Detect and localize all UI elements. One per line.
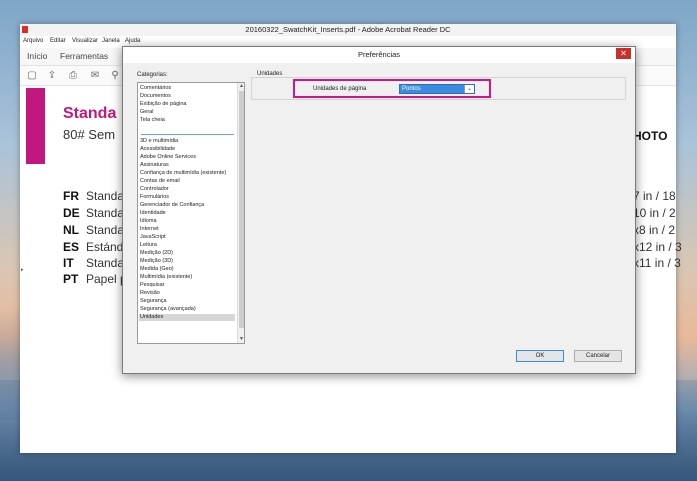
lang-row-es: ES Estánd (63, 240, 124, 254)
category-documentos[interactable]: Documentos (140, 93, 171, 100)
categories-label: Categorias: (137, 72, 168, 78)
lang-row-nl: NL Standa (63, 223, 125, 237)
category-medida-geo[interactable]: Medida (Geo) (140, 266, 174, 273)
category-medicao-3d[interactable]: Medição (3D) (140, 258, 173, 265)
menu-janela[interactable]: Janela (102, 38, 120, 44)
lang-row-fr: FR Standa (63, 189, 125, 203)
category-3d[interactable]: 3D e multimídia (140, 138, 178, 145)
close-icon[interactable]: ✕ (616, 48, 631, 59)
lang-right-es: x12 in / 3 (633, 240, 682, 254)
category-controlador[interactable]: Controlador (140, 186, 169, 193)
menu-ajuda[interactable]: Ajuda (125, 38, 140, 44)
category-multimidia[interactable]: Multimídia (existente) (140, 274, 192, 281)
document-right-heading: HOTO (633, 129, 668, 143)
category-separator (141, 134, 234, 135)
scroll-up-icon[interactable]: ▲ (238, 83, 244, 90)
category-adobe-online[interactable]: Adobe Online Services (140, 154, 196, 161)
menu-arquivo[interactable]: Arquivo (23, 38, 43, 44)
window-title: 20160322_SwatchKit_Inserts.pdf - Adobe A… (245, 25, 451, 34)
category-identidade[interactable]: Identidade (140, 210, 166, 217)
scroll-down-icon[interactable]: ▼ (238, 336, 244, 343)
lang-right-nl: x8 in / 2 (633, 223, 676, 237)
category-unidades[interactable]: Unidades (139, 314, 235, 321)
document-accent-bar (26, 88, 45, 164)
page-units-value: Pontos (402, 86, 421, 92)
cancel-button[interactable]: Cancelar (574, 350, 622, 362)
chevron-down-icon[interactable]: ⌄ (464, 85, 474, 93)
lang-row-it: IT Standa (63, 256, 125, 270)
category-revisao[interactable]: Revisão (140, 290, 160, 297)
preferences-dialog: Preferências ✕ Categorias: Comentários D… (122, 46, 636, 374)
category-seguranca-avancada[interactable]: Segurança (avançada) (140, 306, 196, 313)
dialog-title: Preferências (357, 50, 401, 59)
category-exibicao-pagina[interactable]: Exibição de página (140, 101, 186, 108)
category-medicao-2d[interactable]: Medição (2D) (140, 250, 173, 257)
print-icon[interactable]: ⎙ (67, 70, 79, 82)
category-pesquisar[interactable]: Pesquisar (140, 282, 164, 289)
category-acessibilidade[interactable]: Acessibilidade (140, 146, 175, 153)
category-leitura[interactable]: Leitura (140, 242, 157, 249)
category-assinaturas[interactable]: Assinaturas (140, 162, 169, 169)
window-titlebar: 20160322_SwatchKit_Inserts.pdf - Adobe A… (20, 24, 676, 36)
category-tela-cheia[interactable]: Tela cheia (140, 117, 165, 124)
page-units-select[interactable]: Pontos ⌄ (399, 84, 475, 94)
units-group-label: Unidades (256, 71, 284, 77)
save-icon[interactable]: ▢ (26, 70, 38, 82)
category-comentarios[interactable]: Comentários (140, 85, 171, 92)
document-title: Standa (63, 105, 117, 122)
categories-scrollbar[interactable]: ▲ ▼ (237, 83, 244, 343)
category-idioma[interactable]: Idioma (140, 218, 157, 225)
menu-editar[interactable]: Editar (50, 38, 66, 44)
upload-icon[interactable]: ⇪ (46, 70, 58, 82)
category-geral[interactable]: Geral (140, 109, 153, 116)
category-contas-email[interactable]: Contas de email (140, 178, 180, 185)
category-gerenciador-confianca[interactable]: Gerenciador de Confiança (140, 202, 204, 209)
email-icon[interactable]: ✉ (89, 70, 101, 82)
category-javascript[interactable]: JavaScript (140, 234, 166, 241)
search-icon[interactable]: ⚲ (109, 70, 121, 82)
ok-button[interactable]: OK (516, 350, 564, 362)
lang-row-pt: PT Papel p (63, 272, 127, 286)
category-formularios[interactable]: Formulários (140, 194, 169, 201)
category-seguranca[interactable]: Segurança (140, 298, 167, 305)
lang-row-de: DE Standa (63, 206, 125, 220)
category-internet[interactable]: Internet (140, 226, 159, 233)
sidebar-toggle-icon[interactable]: ▸ (21, 267, 24, 273)
nav-ferramentas[interactable]: Ferramentas (60, 51, 108, 61)
category-confianca-multimidia[interactable]: Confiança de multimídia (existente) (140, 170, 226, 177)
dialog-titlebar: Preferências ✕ (123, 47, 635, 63)
nav-inicio[interactable]: Início (27, 51, 47, 61)
categories-list[interactable]: Comentários Documentos Exibição de págin… (137, 82, 245, 344)
menu-visualizar[interactable]: Visualizar (72, 38, 98, 44)
lang-right-it: x11 in / 3 (633, 256, 681, 270)
lang-right-fr: 7 in / 18 (633, 189, 676, 203)
page-units-label: Unidades de página (313, 86, 367, 92)
document-subtitle: 80# Sem (63, 127, 116, 142)
lang-right-de: 10 in / 2 (633, 206, 676, 220)
scroll-thumb[interactable] (239, 91, 244, 328)
